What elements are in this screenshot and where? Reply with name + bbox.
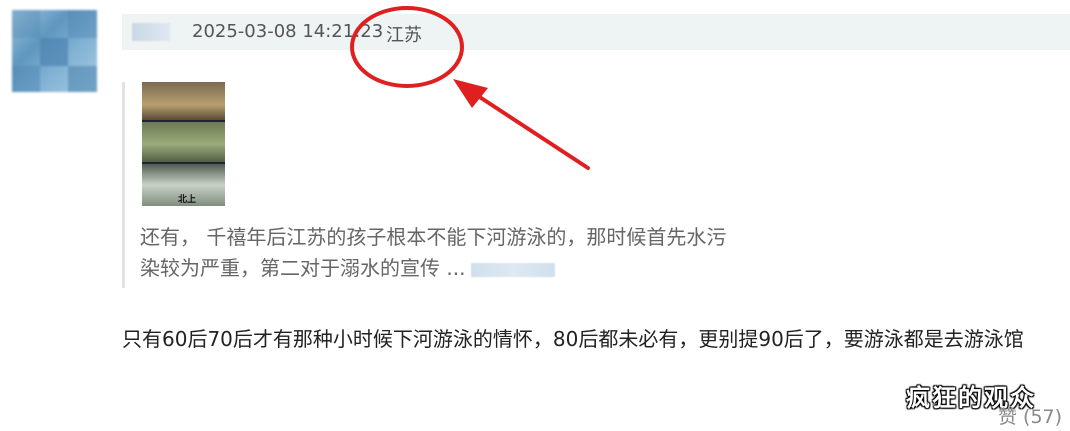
ip-location: 江苏 [386, 25, 422, 46]
thumbnail-panel [142, 82, 225, 120]
quoted-image-thumbnail[interactable]: 北上 [142, 82, 225, 206]
quoted-text-line: 还有， 千禧年后江苏的孩子根本不能下河游泳的，那时候首先水污 [140, 225, 727, 249]
thumbnail-panel [142, 122, 225, 162]
quoted-text-line: 染较为严重，第二对于溺水的宣传 ... [140, 256, 466, 280]
username-blurred[interactable] [132, 23, 170, 41]
avatar[interactable] [12, 10, 97, 92]
comment-meta-bar: 2025-03-08 14:21:23 江苏 [122, 14, 1070, 50]
quoted-text[interactable]: 还有， 千禧年后江苏的孩子根本不能下河游泳的，那时候首先水污 染较为严重，第二对… [140, 222, 820, 284]
quoted-author-blurred [471, 263, 556, 277]
quoted-text-line-2: 染较为严重，第二对于溺水的宣传 ... [140, 253, 820, 284]
comment-timestamp: 2025-03-08 14:21:23 [192, 21, 384, 42]
quoted-comment: 北上 还有， 千禧年后江苏的孩子根本不能下河游泳的，那时候首先水污 染较为严重，… [122, 82, 825, 288]
like-button[interactable]: 赞 (57) [998, 402, 1062, 429]
comment-page: 2025-03-08 14:21:23 江苏 北上 还有， 千禧年后江苏的孩子根… [0, 0, 1070, 431]
thumbnail-caption: 北上 [178, 195, 197, 205]
reply-text: 只有60后70后才有那种小时候下河游泳的情怀，80后都未必有，更别提90后了，要… [122, 327, 1024, 351]
